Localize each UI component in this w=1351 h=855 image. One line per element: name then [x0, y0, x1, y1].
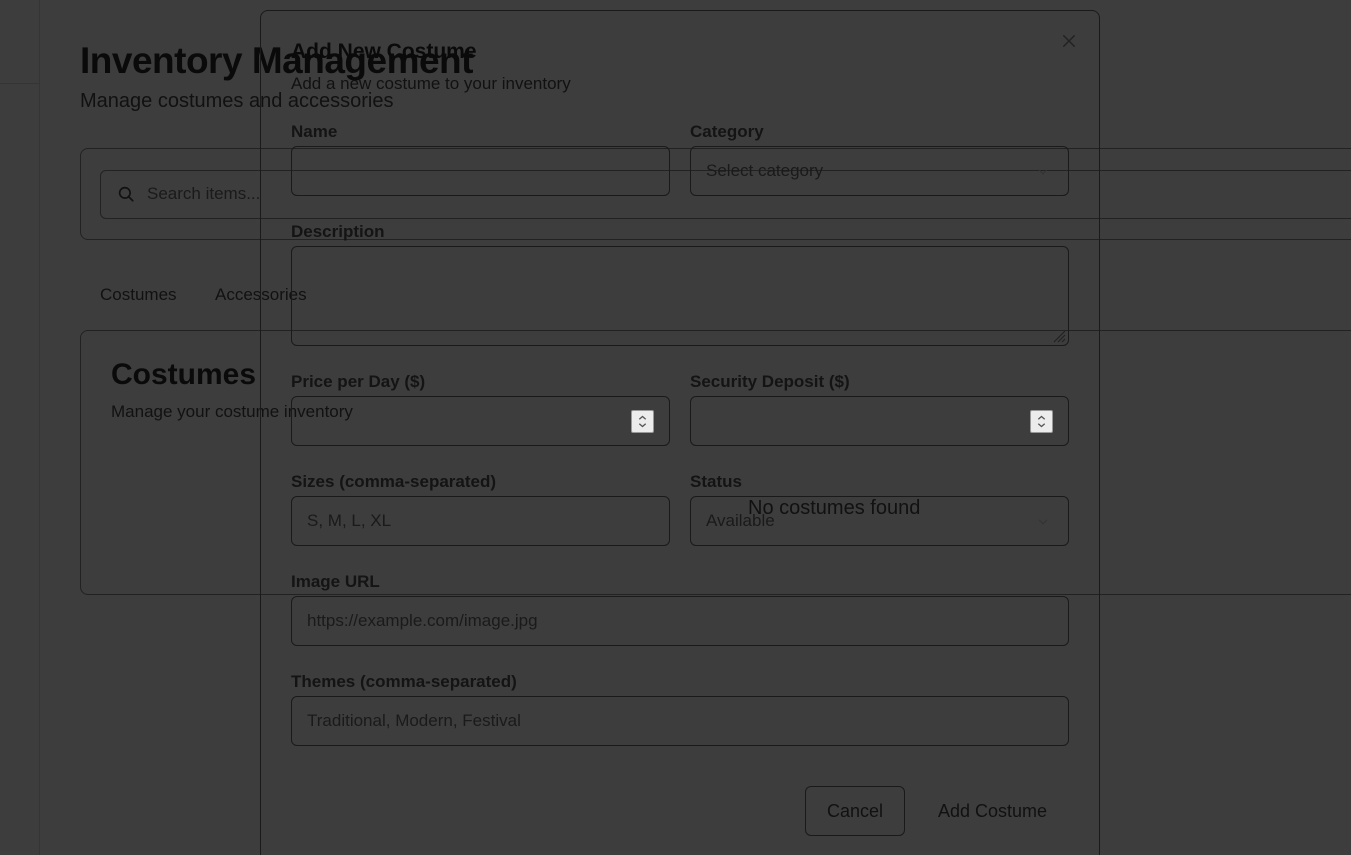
search-placeholder: Search items... [147, 184, 261, 203]
price-label: Price per Day ($) [291, 372, 426, 391]
sidebar-divider [0, 83, 40, 84]
themes-input[interactable]: Traditional, Modern, Festival [291, 696, 1069, 746]
deposit-label: Security Deposit ($) [690, 372, 850, 391]
sizes-label: Sizes (comma-separated) [291, 472, 497, 491]
status-select[interactable]: Available [690, 496, 1069, 546]
chevron-down-icon [1038, 169, 1048, 175]
sidebar [0, 0, 40, 855]
name-input[interactable] [291, 146, 670, 196]
description-label: Description [291, 222, 385, 241]
resize-grip-icon[interactable] [1052, 329, 1066, 343]
search-icon [118, 186, 134, 202]
themes-label: Themes (comma-separated) [291, 672, 517, 691]
dialog-title: Add New Costume [291, 40, 477, 63]
close-icon[interactable] [1060, 32, 1078, 50]
description-textarea[interactable] [291, 246, 1069, 346]
chevron-down-icon [1038, 519, 1048, 525]
add-costume-button[interactable]: Add Costume [920, 786, 1065, 836]
sizes-placeholder: S, M, L, XL [307, 511, 392, 530]
category-select[interactable]: Select category [690, 146, 1069, 196]
dialog-description: Add a new costume to your inventory [291, 74, 571, 93]
section-title: Costumes [111, 358, 257, 391]
status-label: Status [690, 472, 742, 491]
image-url-placeholder: https://example.com/image.jpg [307, 611, 538, 630]
image-url-label: Image URL [291, 572, 380, 591]
status-value: Available [706, 511, 775, 530]
cancel-button[interactable]: Cancel [805, 786, 905, 836]
category-value: Select category [706, 161, 824, 180]
price-input[interactable] [291, 396, 670, 446]
themes-placeholder: Traditional, Modern, Festival [307, 711, 521, 730]
name-label: Name [291, 122, 338, 141]
category-label: Category [690, 122, 764, 141]
tab-costumes[interactable]: Costumes [100, 285, 177, 305]
number-spinner-icon[interactable] [631, 410, 654, 433]
deposit-input[interactable] [690, 396, 1069, 446]
number-spinner-icon[interactable] [1030, 410, 1053, 433]
image-url-input[interactable]: https://example.com/image.jpg [291, 596, 1069, 646]
sizes-input[interactable]: S, M, L, XL [291, 496, 670, 546]
